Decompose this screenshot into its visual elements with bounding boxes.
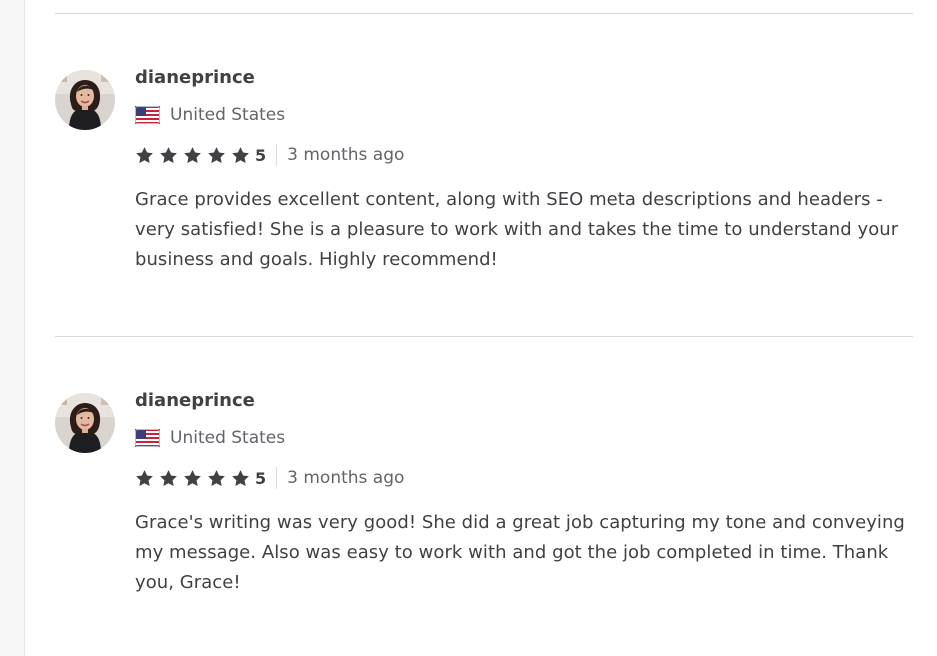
star-icon xyxy=(136,146,153,163)
star-icon xyxy=(208,469,225,486)
star-icon xyxy=(232,469,249,486)
star-icon xyxy=(184,469,201,486)
rating-row: 5 3 months ago xyxy=(135,466,913,490)
avatar[interactable] xyxy=(55,70,115,130)
star-icon xyxy=(160,469,177,486)
star-rating xyxy=(135,146,255,165)
username[interactable]: dianeprince xyxy=(135,389,913,413)
review-time: 3 months ago xyxy=(287,468,405,488)
star-icon xyxy=(160,146,177,163)
reviews-list: dianeprince United States 5 3 months ago… xyxy=(55,0,913,656)
reviews-page: dianeprince United States 5 3 months ago… xyxy=(0,0,937,656)
rating-score: 5 xyxy=(255,468,267,488)
us-flag-icon xyxy=(135,106,160,124)
country-label: United States xyxy=(170,428,286,448)
rating-row: 5 3 months ago xyxy=(135,143,913,167)
country-row: United States xyxy=(135,103,913,127)
review-text: Grace's writing was very good! She did a… xyxy=(135,512,905,593)
review-body: dianeprince United States 5 3 months ago… xyxy=(135,66,913,275)
country-label: United States xyxy=(170,105,286,125)
left-rail xyxy=(0,0,25,656)
us-flag-icon xyxy=(135,429,160,447)
star-icon xyxy=(184,146,201,163)
star-icon xyxy=(208,146,225,163)
avatar[interactable] xyxy=(55,393,115,453)
username[interactable]: dianeprince xyxy=(135,66,913,90)
star-rating xyxy=(135,469,255,488)
rating-separator xyxy=(276,467,278,489)
review-item: dianeprince United States 5 3 months ago… xyxy=(55,337,913,656)
review-item: dianeprince United States 5 3 months ago… xyxy=(55,14,913,336)
country-row: United States xyxy=(135,426,913,450)
rating-separator xyxy=(276,144,278,166)
review-body: dianeprince United States 5 3 months ago… xyxy=(135,389,913,598)
review-time: 3 months ago xyxy=(287,145,405,165)
rating-score: 5 xyxy=(255,145,267,165)
star-icon xyxy=(136,469,153,486)
star-icon xyxy=(232,146,249,163)
review-text: Grace provides excellent content, along … xyxy=(135,189,899,270)
